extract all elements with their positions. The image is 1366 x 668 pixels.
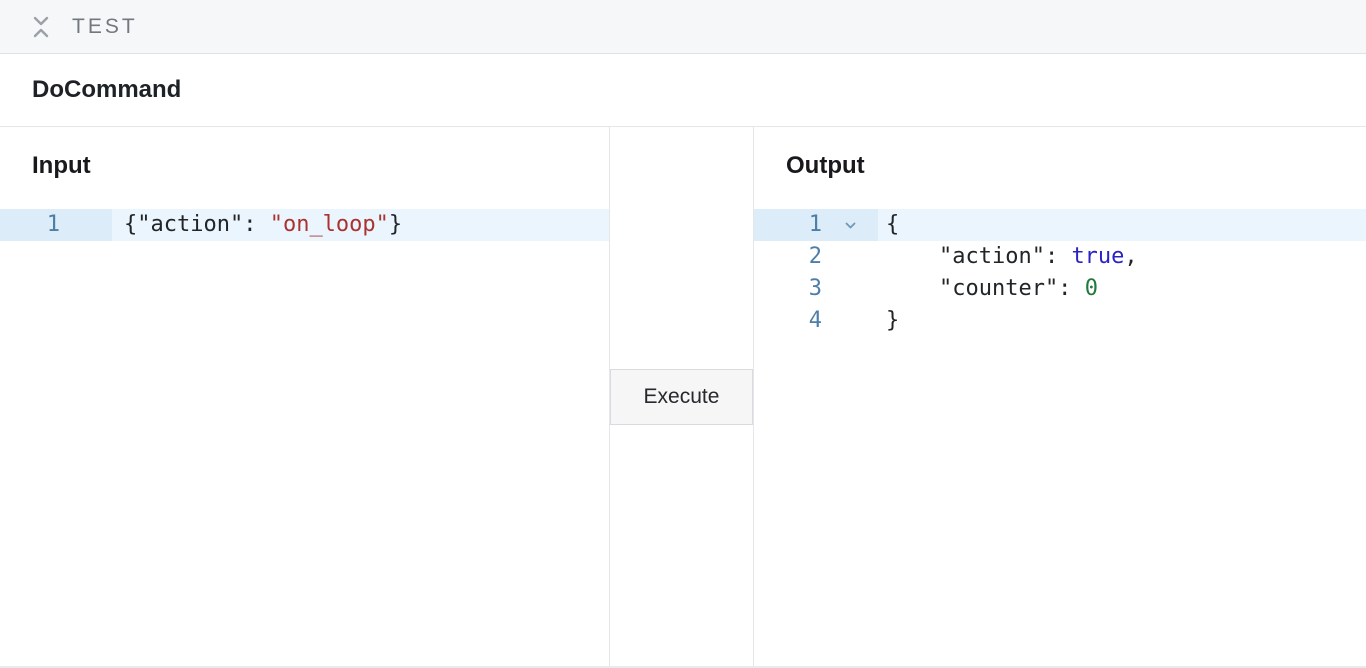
code-line[interactable]: 1 { — [754, 209, 1366, 241]
editor-gutter: 2 — [754, 241, 878, 273]
output-panel: Output 1 { — [754, 127, 1366, 666]
code-token: "counter": — [886, 276, 1085, 301]
output-panel-title: Output — [786, 151, 1366, 181]
line-number: 3 — [754, 273, 822, 305]
code-token: } — [886, 308, 899, 333]
content-area: Input 1 {"action": "on_loop"} Execute Ou… — [0, 127, 1366, 666]
action-column: Execute — [610, 127, 754, 666]
command-title: DoCommand — [32, 76, 181, 104]
fold-gutter — [822, 217, 878, 234]
code-token: {"action": — [124, 212, 270, 237]
collapse-vertical-icon — [29, 14, 53, 40]
input-panel-title: Input — [32, 151, 609, 181]
code-line[interactable]: 2 "action": true, — [754, 241, 1366, 273]
input-panel: Input 1 {"action": "on_loop"} — [0, 127, 610, 666]
code-token: { — [886, 212, 899, 237]
line-number: 4 — [754, 305, 822, 337]
code-content[interactable]: "action": true, — [878, 241, 1366, 273]
test-panel: TEST DoCommand Input 1 {"action": "on_lo… — [0, 0, 1366, 668]
editor-gutter: 3 — [754, 273, 878, 305]
editor-gutter: 4 — [754, 305, 878, 337]
execute-button[interactable]: Execute — [610, 369, 753, 425]
code-line[interactable]: 3 "counter": 0 — [754, 273, 1366, 305]
topbar-title: TEST — [72, 15, 138, 39]
editor-gutter: 1 — [754, 209, 878, 241]
output-editor[interactable]: 1 { 2 — [754, 209, 1366, 337]
code-content[interactable]: "counter": 0 — [878, 273, 1366, 305]
topbar: TEST — [0, 0, 1366, 54]
boolean-token: true — [1071, 244, 1124, 269]
line-number: 2 — [754, 241, 822, 273]
code-line[interactable]: 4 } — [754, 305, 1366, 337]
code-content[interactable]: } — [878, 305, 1366, 337]
code-token: "action": — [886, 244, 1071, 269]
code-line[interactable]: 1 {"action": "on_loop"} — [0, 209, 609, 241]
code-content[interactable]: {"action": "on_loop"} — [112, 209, 609, 241]
line-number: 1 — [0, 209, 60, 241]
line-number: 1 — [754, 209, 822, 241]
chevron-down-icon — [842, 217, 859, 234]
string-token: "on_loop" — [270, 212, 389, 237]
code-token: } — [389, 212, 402, 237]
number-token: 0 — [1085, 276, 1098, 301]
fold-toggle[interactable] — [842, 217, 859, 234]
code-token: , — [1124, 244, 1137, 269]
code-content[interactable]: { — [878, 209, 1366, 241]
collapse-button[interactable] — [26, 12, 56, 42]
command-header: DoCommand — [0, 54, 1366, 127]
editor-gutter: 1 — [0, 209, 112, 241]
input-editor[interactable]: 1 {"action": "on_loop"} — [0, 209, 609, 241]
